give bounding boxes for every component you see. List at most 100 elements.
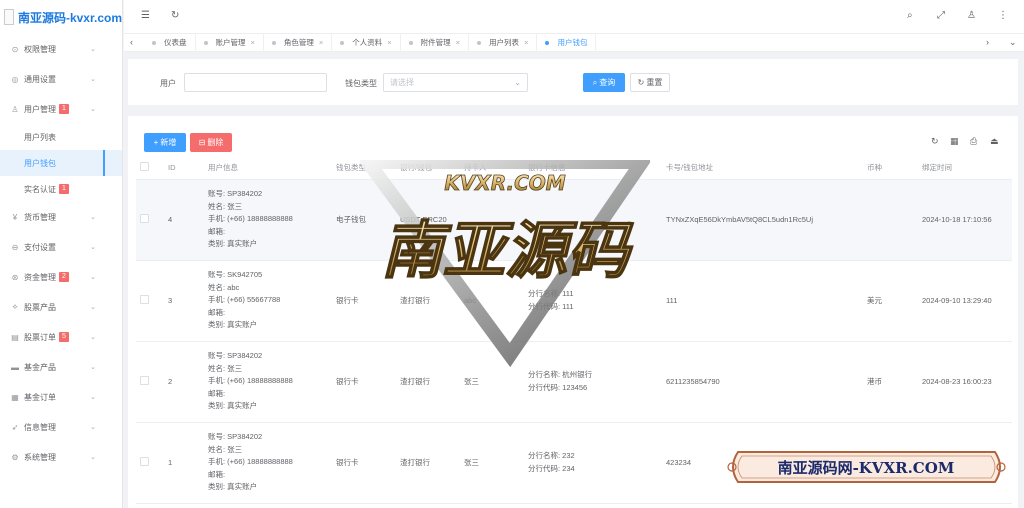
cell-address: 6211235854790: [662, 341, 863, 423]
tab-5[interactable]: 用户列表 ×: [469, 33, 538, 52]
sidebar-item-11[interactable]: ▬ 基金产品 ⌄: [0, 352, 122, 382]
add-label: 新增: [160, 138, 177, 147]
logo[interactable]: 南亚源码-kvxr.com: [0, 0, 122, 34]
sidebar-item-5[interactable]: 实名认证 1: [0, 176, 122, 202]
cell-id: 2: [164, 341, 204, 423]
table-row[interactable]: 2 账号: SP384202 姓名: 张三 手机: (+66) 18888888888…: [136, 341, 1012, 423]
tab-2[interactable]: 角色管理 ×: [264, 33, 333, 52]
tabs-left-arrow-icon[interactable]: ‹: [130, 37, 133, 47]
search-icon[interactable]: ⌕: [907, 10, 913, 21]
tab-dot-icon: [152, 40, 156, 45]
select-all-checkbox[interactable]: [140, 162, 149, 172]
tab-0[interactable]: 仪表盘: [144, 33, 196, 52]
query-button[interactable]: ⌕ 查询: [583, 73, 625, 92]
tab-4[interactable]: 附件管理 ×: [401, 33, 470, 52]
tab-label: 附件管理: [420, 38, 451, 47]
sidebar-item-1[interactable]: ◎ 通用设置 ⌄: [0, 64, 122, 94]
row-checkbox[interactable]: [140, 457, 149, 466]
sidebar-item-12[interactable]: ▦ 基金订单 ⌄: [0, 382, 122, 412]
wallet-type-select[interactable]: 请选择 ⌄: [383, 73, 528, 92]
cell-holder: 张三: [460, 422, 524, 504]
col-wallet-type: 钱包类型: [332, 157, 396, 180]
row-checkbox[interactable]: [140, 214, 149, 223]
add-button[interactable]: + 新增: [144, 133, 186, 152]
sidebar-item-7[interactable]: ⊖ 支付设置 ⌄: [0, 232, 122, 262]
col-currency: 币种: [863, 157, 918, 180]
tabs-dropdown-icon[interactable]: ⌄: [1009, 37, 1017, 48]
chevron-down-icon: ⌄: [90, 394, 96, 401]
tabs-right-arrow-icon[interactable]: ›: [986, 37, 989, 47]
close-icon[interactable]: ×: [251, 38, 255, 47]
cell-card-info: 分行名称: 111 分行代码: 111: [524, 260, 662, 342]
sidebar-item-13[interactable]: ➶ 信息管理 ⌄: [0, 412, 122, 442]
delete-button[interactable]: ⊟ 删除: [190, 133, 232, 152]
watermark-banner-text: 南亚源码网-KVXR.COM: [778, 459, 955, 477]
sidebar-item-label: 货币管理: [24, 212, 56, 222]
tab-6[interactable]: 用户钱包: [537, 33, 597, 52]
tab-label: 角色管理: [283, 38, 314, 47]
user-info-line: 类别: 真实账户: [208, 320, 258, 330]
tab-1[interactable]: 账户管理 ×: [196, 33, 264, 52]
close-icon[interactable]: ×: [319, 38, 323, 47]
row-select-cell: [136, 341, 164, 423]
cell-bank: 渣打银行: [396, 341, 460, 423]
columns-icon[interactable]: ▦: [950, 136, 959, 147]
tab-dot-icon: [271, 40, 276, 45]
tab-dot-icon: [203, 40, 208, 45]
sidebar-item-label: 支付设置: [24, 242, 56, 252]
reset-label: 重置: [646, 78, 663, 87]
fullscreen-icon[interactable]: ⤢: [937, 10, 945, 21]
sidebar-item-9[interactable]: ⟡ 股票产品 ⌄: [0, 292, 122, 322]
row-checkbox[interactable]: [140, 295, 149, 304]
card-info-line: 分行名称: 111: [528, 289, 574, 298]
tab-3[interactable]: 个人资料 ×: [332, 33, 401, 52]
trash-icon: ⊟: [198, 138, 206, 147]
sidebar-item-6[interactable]: ¥ 货币管理 ⌄: [0, 202, 122, 232]
export-icon[interactable]: ⏏: [990, 136, 999, 147]
table-row[interactable]: 3 账号: SK942705 姓名: abc 手机: (+66) 55667788 邮箱…: [136, 260, 1012, 342]
card-info-line: 分行代码: 111: [528, 301, 574, 311]
user-info-line: 账号: SP384202: [208, 351, 263, 361]
sidebar-item-10[interactable]: ▤ 股票订单 5 ⌄: [0, 322, 122, 352]
stock-icon: ⟡: [12, 302, 18, 311]
sidebar-item-8[interactable]: ⊛ 资金管理 2 ⌄: [0, 262, 122, 292]
reset-icon: ↻: [637, 78, 645, 87]
tab-bar: ‹ 仪表盘 账户管理 × 角色管理 × 个人资料 × 附件管理 × 用户列表 × 用户钱包 › ⌄: [124, 33, 1024, 52]
user-input[interactable]: [184, 73, 327, 92]
reset-button[interactable]: ↻ 重置: [630, 73, 670, 92]
cell-card-info: 分行名称: 杭州银行 分行代码: 123456: [524, 341, 662, 423]
menu-toggle-icon[interactable]: ☰: [141, 10, 150, 21]
row-checkbox[interactable]: [140, 376, 149, 385]
sidebar-item-0[interactable]: ⊙ 权限管理 ⌄: [0, 34, 122, 64]
tab-dot-icon: [408, 40, 413, 45]
print-icon[interactable]: ⎙: [970, 136, 977, 147]
chevron-down-icon: ⌄: [90, 106, 96, 113]
count-badge: 2: [59, 272, 69, 282]
cell-bind-time: 2024-10-18 17:10:56: [918, 179, 1012, 261]
sidebar-item-4[interactable]: 用户钱包: [0, 150, 122, 176]
sidebar-item-label: 用户列表: [24, 132, 56, 142]
table-row[interactable]: 4 账号: SP384202 姓名: 张三 手机: (+66) 18888888888…: [136, 179, 1012, 261]
sidebar-item-label: 用户管理: [24, 104, 56, 114]
logo-text: 南亚源码-kvxr.com: [17, 10, 122, 25]
col-holder: 持卡人: [460, 157, 524, 180]
fund-product-icon: ▬: [11, 362, 19, 372]
sidebar-item-3[interactable]: 用户列表: [0, 124, 122, 150]
cell-bank: 渣打银行: [396, 260, 460, 342]
user-avatar-icon[interactable]: ♙: [967, 10, 976, 21]
close-icon[interactable]: ×: [524, 38, 528, 47]
user-info-line: 手机: (+66) 18888888888: [208, 376, 293, 386]
chevron-down-icon: ⌄: [514, 78, 521, 87]
close-icon[interactable]: ×: [387, 38, 391, 47]
sidebar-item-2[interactable]: ♙ 用户管理 1 ⌄: [0, 94, 122, 124]
refresh-icon[interactable]: ↻: [171, 10, 179, 21]
cell-bank: 渣打银行: [396, 422, 460, 504]
card-info-line: 分行代码: 123456: [528, 382, 588, 392]
user-info-line: 邮箱:: [208, 469, 226, 479]
more-icon[interactable]: ⋮: [998, 10, 1008, 21]
row-select-cell: [136, 422, 164, 504]
sidebar-item-14[interactable]: ⚙ 系统管理 ⌄: [0, 442, 122, 472]
refresh-table-icon[interactable]: ↻: [931, 136, 939, 147]
watermark-banner: 南亚源码网-KVXR.COM: [727, 451, 1006, 483]
close-icon[interactable]: ×: [456, 38, 460, 47]
